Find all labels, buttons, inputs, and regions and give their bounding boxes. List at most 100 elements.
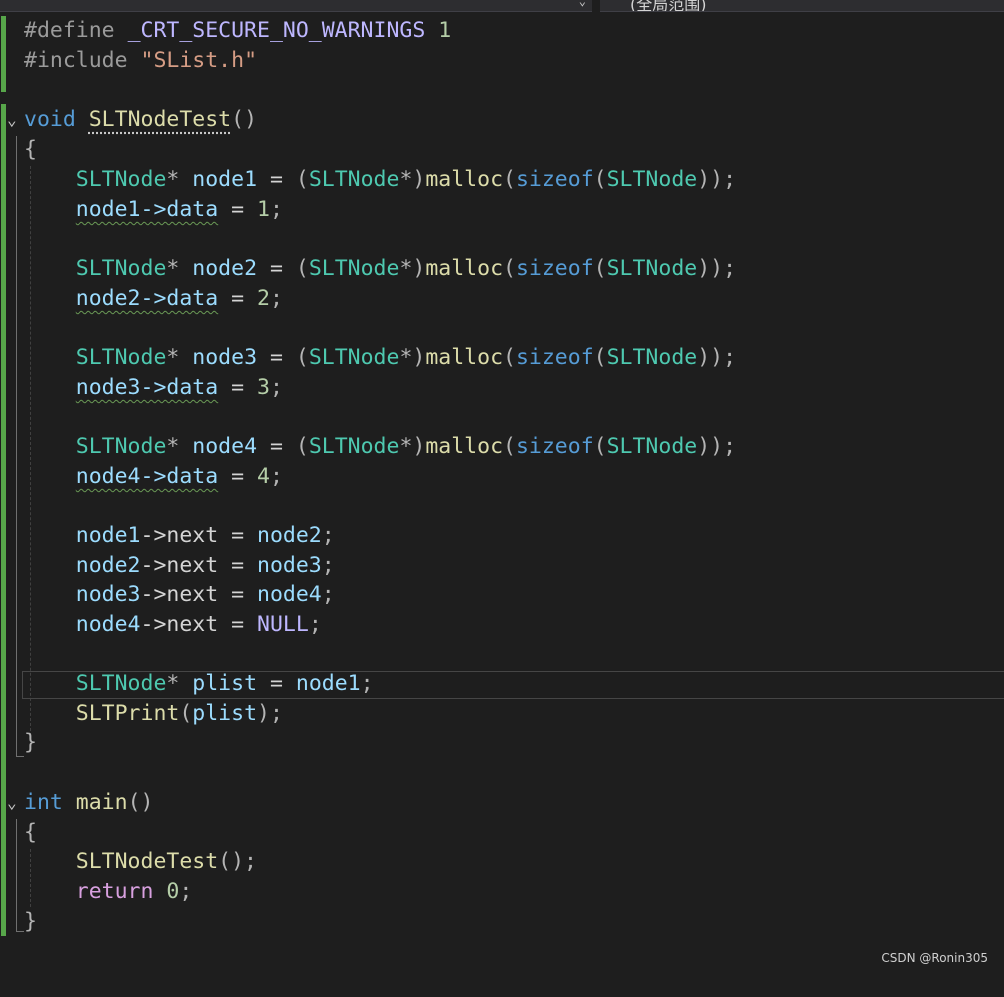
variable: node3: [75, 582, 141, 607]
member-access: node3->data: [75, 375, 219, 400]
type-name: SLTNode: [75, 256, 167, 281]
punctuation: (): [127, 790, 154, 815]
punctuation: (): [231, 107, 258, 132]
variable: node1: [295, 671, 361, 696]
member-access: node2->data: [75, 286, 219, 311]
punctuation: *: [399, 167, 413, 192]
function-name: main: [75, 790, 128, 815]
variable: node2: [257, 523, 322, 548]
code-line: SLTNode* node2 = (SLTNode*)malloc(sizeof…: [75, 256, 737, 281]
type-name: SLTNode: [606, 256, 698, 281]
code-line: node1->data = 1;: [75, 197, 283, 222]
keyword: sizeof: [515, 256, 594, 281]
brace: {: [24, 820, 37, 845]
variable: node4: [75, 612, 141, 637]
variable: node1: [75, 523, 141, 548]
code-line: SLTNodeTest();: [75, 849, 258, 874]
keyword: sizeof: [515, 167, 594, 192]
variable: node4: [192, 434, 258, 459]
member-access: node1->data: [75, 197, 219, 222]
function-call: SLTPrint: [75, 701, 180, 726]
code-line: }: [0, 907, 52, 937]
code-line: node1->next = node2;: [75, 523, 335, 548]
punctuation: *: [166, 434, 180, 459]
function-call: malloc: [425, 167, 504, 192]
variable: node4: [257, 582, 322, 607]
watermark: CSDN @Ronin305: [881, 951, 988, 965]
variable: node3: [257, 553, 322, 578]
type-name: SLTNode: [308, 167, 400, 192]
code-line: {: [0, 135, 52, 165]
number-literal: 4: [257, 464, 270, 489]
number-literal: 0: [166, 879, 180, 904]
code-line: node2->next = node3;: [75, 553, 335, 578]
member-access: ->next: [140, 523, 219, 548]
scope-dropdown[interactable]: (全局范围): [600, 0, 1004, 12]
code-line: SLTNode* node3 = (SLTNode*)malloc(sizeof…: [75, 345, 737, 370]
punctuation: *: [166, 256, 180, 281]
punctuation: *: [166, 345, 180, 370]
variable: node1: [192, 167, 258, 192]
code-line: SLTNode* node4 = (SLTNode*)malloc(sizeof…: [75, 434, 737, 459]
type-name: SLTNode: [75, 345, 167, 370]
variable: node3: [192, 345, 258, 370]
keyword: sizeof: [515, 345, 594, 370]
type-name: SLTNode: [606, 434, 698, 459]
brace: }: [24, 909, 37, 934]
type-name: SLTNode: [75, 671, 167, 696]
function-call: malloc: [425, 434, 504, 459]
number-literal: 1: [257, 197, 270, 222]
code-line: #include "SList.h": [0, 46, 257, 76]
code-line: node3->next = node4;: [75, 582, 335, 607]
code-line: node4->data = 4;: [75, 464, 283, 489]
macro-name: _CRT_SECURE_NO_WARNINGS: [127, 18, 426, 43]
code-line: return 0;: [75, 879, 193, 904]
function-call: malloc: [425, 345, 504, 370]
type-name: SLTNode: [308, 434, 400, 459]
include-path: "SList.h": [140, 48, 258, 73]
code-line: node2->data = 2;: [75, 286, 283, 311]
fold-chevron-icon[interactable]: ⌄: [7, 788, 17, 818]
code-line: {: [0, 818, 52, 848]
number-literal: 3: [257, 375, 270, 400]
macro-name: NULL: [257, 612, 309, 637]
editor-navigation-bar: ⌄ (全局范围): [0, 0, 1004, 14]
punctuation: *: [166, 167, 180, 192]
variable: plist: [192, 671, 258, 696]
chevron-down-icon: ⌄: [578, 0, 586, 8]
code-line: #define _CRT_SECURE_NO_WARNINGS 1: [0, 16, 451, 46]
number-literal: 2: [257, 286, 270, 311]
code-line: ⌄ void SLTNodeTest(): [0, 105, 257, 135]
code-line: }: [0, 728, 52, 758]
member-access: node4->data: [75, 464, 219, 489]
variable: node2: [75, 553, 141, 578]
code-line: SLTPrint(plist);: [75, 701, 283, 726]
scope-label: (全局范围): [630, 0, 707, 12]
code-line: node4->next = NULL;: [75, 612, 322, 637]
member-access: ->next: [140, 582, 219, 607]
project-dropdown[interactable]: ⌄: [0, 0, 592, 12]
code-line: ⌄ int main(): [0, 788, 153, 818]
type-name: SLTNode: [75, 167, 167, 192]
type-name: SLTNode: [308, 345, 400, 370]
variable: plist: [192, 701, 258, 726]
member-access: ->next: [140, 553, 219, 578]
type-name: SLTNode: [606, 345, 698, 370]
punctuation: *: [166, 671, 180, 696]
function-name: SLTNodeTest: [88, 107, 232, 132]
code-line: node3->data = 3;: [75, 375, 283, 400]
punctuation: *: [399, 434, 413, 459]
punctuation: *: [399, 256, 413, 281]
number-literal: 1: [438, 18, 452, 43]
fold-chevron-icon[interactable]: ⌄: [7, 105, 17, 135]
type-name: SLTNode: [606, 167, 698, 192]
function-call: SLTNodeTest: [75, 849, 219, 874]
code-line: SLTNode* node1 = (SLTNode*)malloc(sizeof…: [75, 167, 737, 192]
preprocessor-directive: #include: [24, 48, 128, 73]
brace: {: [24, 137, 37, 162]
keyword: sizeof: [515, 434, 594, 459]
type-name: SLTNode: [308, 256, 400, 281]
brace: }: [24, 730, 37, 755]
member-access: ->next: [140, 612, 219, 637]
function-call: malloc: [425, 256, 504, 281]
